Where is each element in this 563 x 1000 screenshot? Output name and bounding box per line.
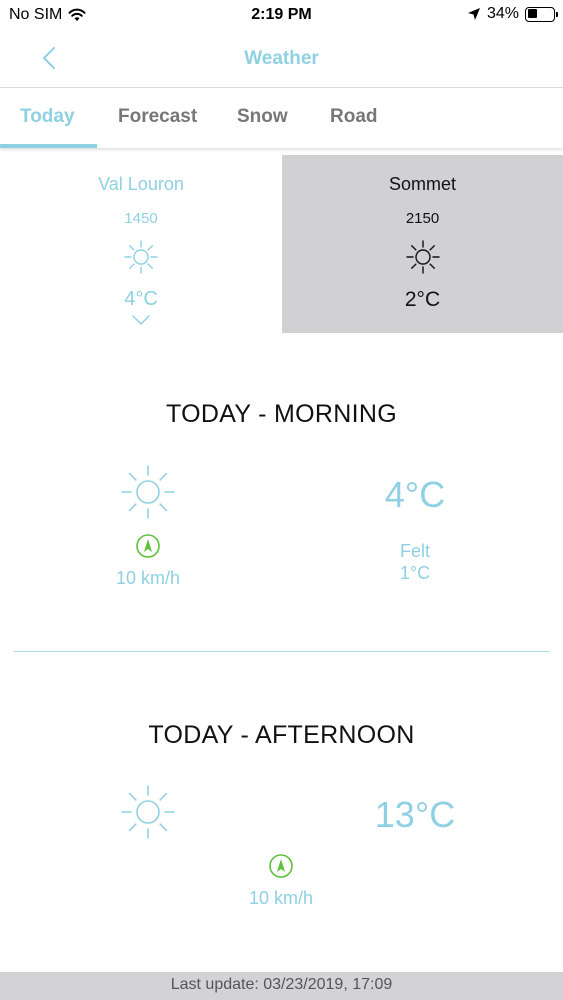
battery-icon <box>525 6 558 22</box>
sun-icon <box>124 240 158 274</box>
tab-road[interactable]: Road <box>330 106 378 128</box>
station-altitude: 1450 <box>124 210 158 227</box>
morning-temperature: 4°C <box>384 474 446 515</box>
status-right: 34% <box>467 5 558 23</box>
tab-bar: Today Forecast Snow Road <box>0 88 563 148</box>
page-title: Weather <box>244 48 319 69</box>
location-arrow-icon <box>467 8 480 20</box>
station-name: Sommet <box>388 174 457 194</box>
sun-icon <box>405 240 440 274</box>
felt-temperature: 1°C <box>399 563 431 583</box>
station-temperature: 4°C <box>124 288 158 310</box>
active-tab-indicator <box>0 144 97 148</box>
last-update-bar: Last update: 03/23/2019, 17:09 <box>0 972 563 1000</box>
sun-icon <box>121 785 175 839</box>
status-bar: No SIM 2:19 PM 34% <box>0 0 563 30</box>
station-sommet[interactable]: Sommet 2150 2°C <box>282 155 563 333</box>
station-val-louron[interactable]: Val Louron 1450 4°C <box>0 155 282 333</box>
tab-snow[interactable]: Snow <box>237 106 288 128</box>
wind-direction-icon <box>269 854 293 878</box>
station-altitude: 2150 <box>405 210 440 227</box>
wind-direction-icon <box>136 534 160 558</box>
morning-title: TODAY - MORNING <box>166 400 397 428</box>
nav-bar: Weather <box>0 30 563 88</box>
tab-today[interactable]: Today <box>20 106 75 128</box>
afternoon-title: TODAY - AFTERNOON <box>148 721 415 749</box>
afternoon-temperature: 13°C <box>374 794 456 835</box>
chevron-down-icon <box>132 315 150 326</box>
sun-icon <box>121 465 175 519</box>
battery-percent: 34% <box>486 5 519 22</box>
tab-forecast[interactable]: Forecast <box>118 106 197 128</box>
felt-label: Felt <box>399 541 430 561</box>
section-divider <box>14 651 550 652</box>
station-temperature: 2°C <box>404 288 441 311</box>
station-selector: Val Louron 1450 4°C Sommet 2150 2°C <box>0 155 563 333</box>
wind-speed: 10 km/h <box>115 568 181 588</box>
station-name: Val Louron <box>98 174 184 194</box>
wind-speed: 10 km/h <box>248 888 314 908</box>
